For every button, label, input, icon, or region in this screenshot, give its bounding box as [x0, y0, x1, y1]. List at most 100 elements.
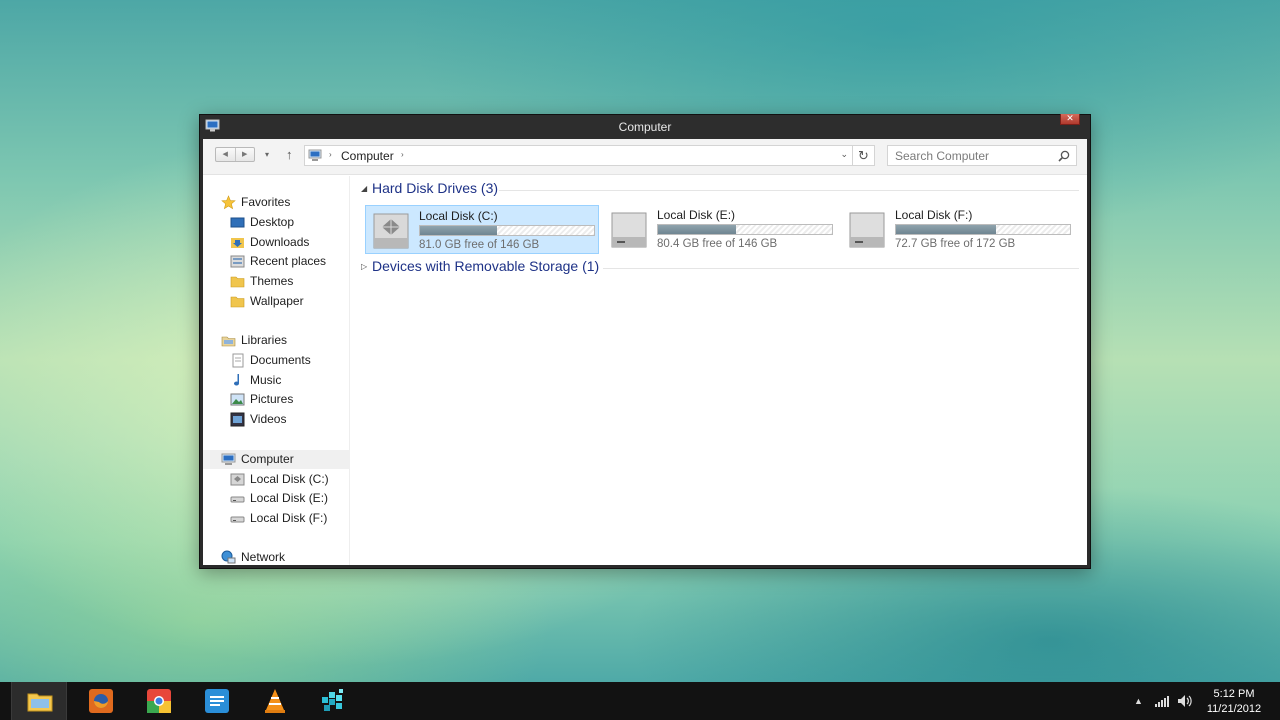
sidebar-item-themes[interactable]: Themes	[203, 272, 350, 291]
explorer-client: ◀ ▶ ▾ ↑ › Computer › ⌄ ↻ Search Computer…	[203, 139, 1087, 565]
sidebar-item-local-disk-e[interactable]: Local Disk (E:)	[203, 489, 350, 508]
drive-tile-c[interactable]: Local Disk (C:) 81.0 GB free of 146 GB	[365, 205, 599, 254]
music-icon	[234, 374, 240, 386]
sidebar-label: Local Disk (F:)	[250, 511, 328, 525]
libraries-icon	[221, 336, 236, 347]
back-forward-buttons: ◀ ▶	[215, 147, 255, 162]
sidebar-label: Local Disk (E:)	[250, 491, 329, 505]
group-header-removable-storage[interactable]: ▷ Devices with Removable Storage (1)	[351, 258, 1079, 278]
sidebar-item-local-disk-f[interactable]: Local Disk (F:)	[203, 509, 350, 528]
drive-usage-bar	[657, 224, 833, 235]
drive-name: Local Disk (C:)	[419, 209, 498, 223]
content-pane: ◢ Hard Disk Drives (3) Local Disk (C:) 8…	[351, 176, 1087, 565]
group-title: Devices with Removable Storage (1)	[372, 258, 600, 274]
taskbar-file-explorer[interactable]	[11, 682, 67, 720]
folder-icon	[230, 296, 245, 308]
back-button[interactable]: ◀	[216, 148, 235, 161]
forward-button[interactable]: ▶	[234, 148, 255, 161]
sidebar-label: Music	[250, 373, 282, 387]
puzzle-app-icon	[322, 689, 343, 711]
sidebar-item-favorites[interactable]: Favorites	[203, 193, 350, 212]
chrome-icon	[147, 689, 171, 713]
search-icon[interactable]	[1058, 150, 1070, 162]
sidebar-item-computer[interactable]: Computer	[203, 450, 350, 469]
refresh-button[interactable]: ↻	[853, 145, 875, 166]
group-header-hard-disk-drives[interactable]: ◢ Hard Disk Drives (3)	[351, 180, 1079, 200]
drive-usage-fill	[420, 226, 498, 235]
folder-icon	[230, 276, 245, 288]
sidebar-label: Themes	[250, 274, 294, 288]
address-dropdown-button[interactable]: ⌄	[840, 149, 848, 160]
sidebar-label: Documents	[250, 353, 311, 367]
sidebar-item-local-disk-c[interactable]: Local Disk (C:)	[203, 470, 350, 489]
taskbar-notepad[interactable]	[189, 682, 245, 720]
drive-free-space: 72.7 GB free of 172 GB	[895, 238, 1016, 250]
sidebar-item-videos[interactable]: Videos	[203, 410, 350, 429]
sidebar-item-documents[interactable]: Documents	[203, 351, 350, 370]
star-icon	[221, 195, 236, 210]
downloads-icon	[231, 238, 244, 248]
volume-icon[interactable]	[1177, 694, 1193, 708]
network-icon	[221, 550, 236, 564]
drive-icon	[849, 212, 885, 248]
up-button[interactable]: ↑	[286, 147, 293, 162]
collapse-icon[interactable]: ◢	[361, 184, 367, 193]
sidebar-label: Favorites	[241, 195, 291, 209]
title-bar[interactable]: Computer ✕	[200, 114, 1090, 139]
close-button[interactable]: ✕	[1060, 114, 1080, 125]
breadcrumb-computer[interactable]: Computer	[341, 149, 394, 163]
drive-tile-f[interactable]: Local Disk (F:) 72.7 GB free of 172 GB	[842, 205, 1076, 254]
network-signal-icon[interactable]	[1154, 694, 1170, 708]
drive-name: Local Disk (E:)	[657, 208, 736, 222]
sidebar-item-downloads[interactable]: Downloads	[203, 233, 350, 252]
drive-usage-fill	[896, 225, 997, 234]
system-clock[interactable]: 5:12 PM 11/21/2012	[1198, 687, 1270, 717]
taskbar-chrome[interactable]	[131, 682, 187, 720]
sidebar-item-music[interactable]: Music	[203, 371, 350, 390]
recent-locations-dropdown[interactable]: ▾	[265, 150, 269, 159]
navigation-bar: ◀ ▶ ▾ ↑ › Computer › ⌄ ↻	[203, 139, 1087, 175]
sidebar-label: Local Disk (C:)	[250, 472, 329, 486]
navigation-pane: Favorites Desktop Downloads Recent place…	[203, 176, 350, 565]
sidebar-label: Downloads	[250, 235, 310, 249]
drive-free-space: 80.4 GB free of 146 GB	[657, 238, 778, 250]
drive-usage-bar	[419, 225, 595, 236]
sidebar-label: Computer	[241, 452, 294, 466]
sidebar-label: Desktop	[250, 215, 295, 229]
breadcrumb-separator[interactable]: ›	[401, 150, 404, 159]
sidebar-item-desktop[interactable]: Desktop	[203, 213, 350, 232]
drive-usage-fill	[658, 225, 737, 234]
address-bar[interactable]: › Computer › ⌄	[304, 145, 853, 166]
clock-date: 11/21/2012	[1206, 703, 1262, 715]
sidebar-label: Pictures	[250, 392, 294, 406]
taskbar-vlc[interactable]	[247, 682, 303, 720]
show-hidden-icons-button[interactable]: ▲	[1134, 696, 1143, 706]
expand-icon[interactable]: ▷	[361, 262, 367, 271]
computer-icon	[308, 149, 322, 161]
group-divider	[603, 268, 1079, 269]
computer-icon	[221, 453, 236, 465]
taskbar-firefox[interactable]	[73, 682, 129, 720]
system-drive-icon	[230, 473, 245, 486]
desktop-icon	[230, 217, 245, 228]
sidebar-item-libraries[interactable]: Libraries	[203, 331, 350, 350]
videos-icon	[230, 412, 245, 427]
sidebar-item-wallpaper[interactable]: Wallpaper	[203, 292, 350, 311]
drive-icon	[611, 212, 647, 248]
taskbar-puzzle-app[interactable]	[305, 682, 361, 720]
search-input[interactable]	[888, 146, 1053, 165]
explorer-window: Computer ✕ ◀ ▶ ▾ ↑ › Computer › ⌄ ↻ Sear…	[199, 114, 1091, 569]
breadcrumb-separator[interactable]: ›	[329, 150, 332, 159]
sidebar-label: Libraries	[241, 333, 288, 347]
drive-icon	[230, 516, 245, 523]
drive-tile-e[interactable]: Local Disk (E:) 80.4 GB free of 146 GB	[604, 205, 838, 254]
sidebar-item-network[interactable]: Network	[203, 548, 350, 567]
clock-time: 5:12 PM	[1213, 688, 1255, 700]
sidebar-item-pictures[interactable]: Pictures	[203, 390, 350, 409]
pictures-icon	[230, 393, 245, 406]
sidebar-label: Recent places	[250, 254, 327, 268]
sidebar-label: Network	[241, 550, 286, 564]
vlc-icon	[265, 689, 285, 713]
window-title: Computer	[618, 120, 672, 134]
sidebar-item-recent-places[interactable]: Recent places	[203, 252, 350, 271]
